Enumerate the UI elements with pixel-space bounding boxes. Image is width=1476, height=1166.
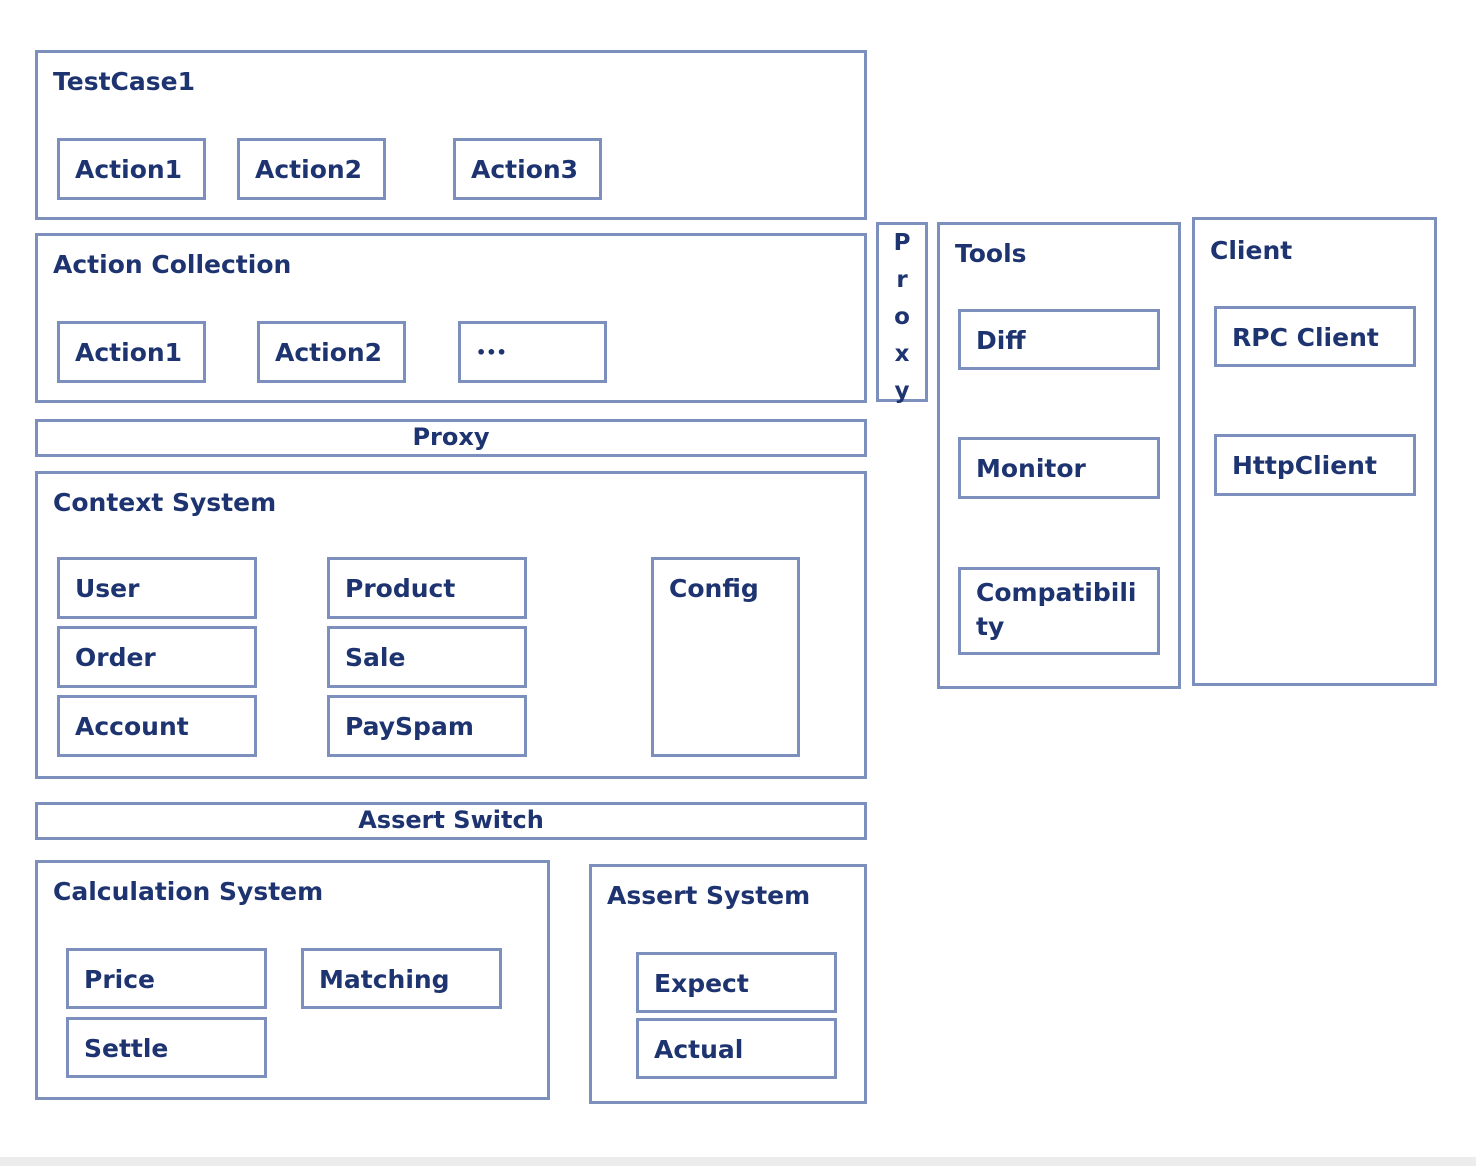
calculation-price: Price	[66, 948, 267, 1009]
collection-action-2: Action2	[257, 321, 406, 383]
collection-ellipsis: •••	[458, 321, 607, 383]
testcase-action-3: Action3	[453, 138, 602, 200]
tools-title: Tools	[955, 239, 1027, 268]
context-system-title: Context System	[53, 488, 277, 517]
proxy-vertical: P r o x y	[876, 222, 928, 404]
tools-monitor: Monitor	[958, 437, 1160, 499]
context-config: Config	[651, 557, 800, 757]
context-payspam: PaySpam	[327, 695, 527, 757]
context-account: Account	[57, 695, 257, 757]
action-collection-title: Action Collection	[53, 250, 292, 279]
collection-action-1: Action1	[57, 321, 206, 383]
context-sale: Sale	[327, 626, 527, 688]
proxy-letter: x	[894, 341, 910, 367]
calculation-settle: Settle	[66, 1017, 267, 1078]
context-order: Order	[57, 626, 257, 688]
proxy-letter: r	[896, 267, 908, 293]
calculation-system-title: Calculation System	[53, 877, 324, 906]
proxy-letter: y	[894, 378, 910, 404]
client-http: HttpClient	[1214, 434, 1416, 496]
assert-actual: Actual	[636, 1018, 837, 1079]
testcase-action-1: Action1	[57, 138, 206, 200]
tools-diff: Diff	[958, 309, 1160, 370]
client-rpc: RPC Client	[1214, 306, 1416, 367]
assert-switch-bar: Assert Switch	[35, 802, 867, 840]
context-user: User	[57, 557, 257, 619]
client-title: Client	[1210, 236, 1293, 265]
calculation-matching: Matching	[301, 948, 502, 1009]
proxy-letter: o	[894, 304, 910, 330]
testcase-title: TestCase1	[53, 67, 195, 96]
proxy-bar: Proxy	[35, 419, 867, 457]
footer-strip	[0, 1157, 1476, 1166]
context-product: Product	[327, 557, 527, 619]
testcase-action-2: Action2	[237, 138, 386, 200]
assert-system-title: Assert System	[607, 881, 811, 910]
tools-compatibility: Compatibili ty	[958, 567, 1160, 655]
proxy-letter: P	[893, 230, 911, 256]
assert-expect: Expect	[636, 952, 837, 1013]
